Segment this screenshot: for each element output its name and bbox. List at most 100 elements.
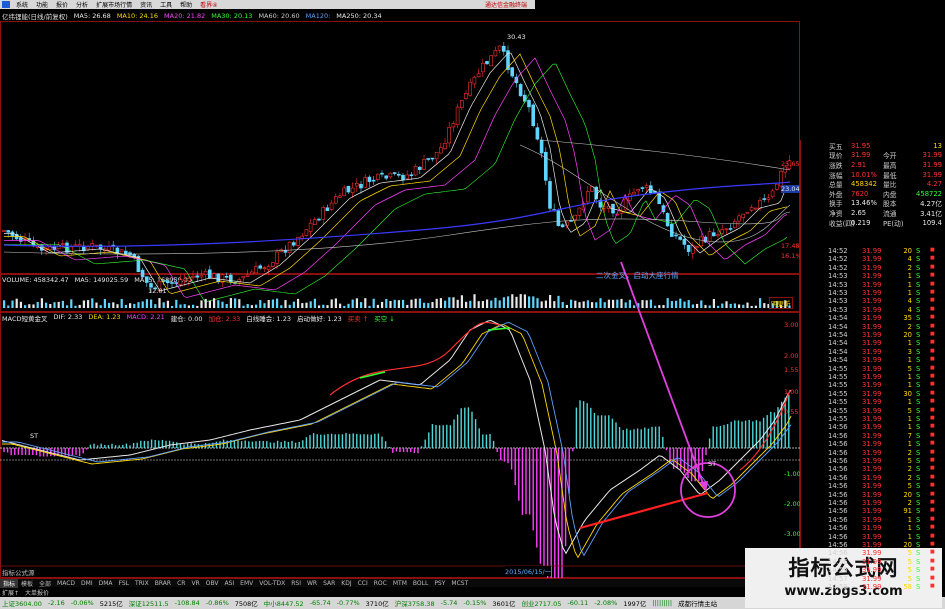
hint-item[interactable]: 大单报价: [25, 588, 49, 597]
indicator-tab[interactable]: DMA: [96, 580, 116, 587]
volume-bar: [229, 298, 232, 308]
volume-bar: [561, 302, 564, 308]
indicator-tab[interactable]: VR: [188, 580, 202, 587]
candle: [724, 228, 729, 231]
quote-row: 涨幅 10.01% 最低 31.99: [801, 170, 945, 180]
candle: [548, 181, 552, 209]
indicator-tab[interactable]: PSY: [431, 580, 448, 587]
candle: [65, 242, 69, 253]
volume-bar: [49, 304, 52, 308]
indicator-tab[interactable]: ASI: [221, 580, 237, 587]
volume-bar: [490, 300, 493, 308]
volume-bar: [217, 300, 220, 308]
candle: [241, 275, 246, 279]
candle: [527, 100, 531, 108]
tick-marker: ■: [930, 406, 935, 413]
tick-volume: 1: [907, 398, 912, 407]
volume-bar: [465, 301, 468, 308]
quote-label-2: 今开: [883, 152, 897, 161]
candle: [438, 147, 443, 154]
tick-volume: 1: [907, 373, 912, 381]
indicator-tab[interactable]: 全部: [36, 579, 54, 588]
volume-bar: [242, 305, 245, 308]
tick-volume: 1: [907, 532, 912, 541]
quote-value-2: 31.99: [922, 161, 942, 170]
tick-side: S: [916, 473, 921, 482]
volume-bar: [175, 299, 178, 308]
tick-price: 31.99: [862, 499, 882, 507]
candle: [254, 266, 258, 274]
indicator-tab[interactable]: BOLL: [410, 580, 431, 587]
candle: [577, 207, 582, 216]
tick-marker: ■: [930, 322, 935, 329]
quote-value-2: 4.27: [926, 180, 942, 189]
status-item: -2.08%: [594, 599, 618, 607]
indicator-tab[interactable]: MTM: [390, 580, 410, 587]
indicator-tab[interactable]: CR: [174, 580, 188, 587]
volume-bar: [502, 297, 505, 308]
indicator-tab[interactable]: MCST: [448, 580, 471, 587]
indicator-tab[interactable]: VOL-TDX: [256, 580, 288, 587]
tick-marker: ■: [930, 448, 935, 455]
volume-bar: [750, 305, 753, 308]
quote-row: 总量 458342 量比 4.27: [801, 179, 945, 189]
tick-side: S: [916, 247, 921, 255]
kline-chart[interactable]: [0, 0, 800, 578]
volume-bar: [725, 301, 728, 308]
volume-bar: [691, 304, 694, 308]
tick-price: 31.99: [862, 482, 882, 491]
volume-bar: [435, 298, 438, 308]
volume-bar: [347, 303, 350, 308]
indicator-tab[interactable]: MACD: [54, 580, 78, 587]
formula-source-label: 指标公式源: [2, 569, 35, 577]
candle: [342, 187, 347, 197]
indicator-tab[interactable]: ROC: [371, 580, 390, 587]
indicator-tab[interactable]: BRAR: [152, 580, 174, 587]
candle: [317, 218, 321, 221]
indicator-tab[interactable]: TRIX: [132, 580, 152, 587]
indicator-tab[interactable]: SAR: [320, 580, 338, 587]
indicator-tab[interactable]: FSL: [116, 580, 133, 587]
candle: [774, 183, 779, 190]
indicator-tabbar: 指标 模板 全部 MACD DMI DMA FSL TRIX BRAR CR VR OBV ASI EMV…: [0, 578, 800, 588]
candle: [107, 246, 111, 251]
quote-value: 7620: [851, 189, 869, 198]
indicator-tab[interactable]: OBV: [203, 580, 222, 587]
quote-value: 31.95: [851, 141, 871, 150]
candle: [501, 45, 506, 52]
indicator-tab[interactable]: CCI: [355, 580, 371, 587]
quote-value: 2.65: [851, 209, 867, 218]
volume-bar: [141, 301, 144, 308]
candle: [187, 278, 191, 282]
indicator-tab[interactable]: RSI: [288, 580, 304, 587]
volume-bar: [481, 301, 484, 308]
tick-row: 14:55 31.99 5 S ■: [828, 407, 945, 415]
candle: [182, 278, 187, 281]
tick-time: 14:56: [828, 549, 848, 558]
tick-price: 31.99: [862, 356, 882, 365]
candle: [707, 231, 712, 242]
annotation-arrow: [620, 261, 705, 487]
volume-bar: [204, 298, 207, 308]
tick-time: 14:54: [828, 331, 848, 339]
volume-bar: [187, 305, 190, 308]
tick-row: 14:52 31.99 20 S ■: [828, 247, 945, 255]
status-item: -2.16: [47, 599, 65, 607]
volume-bar: [633, 305, 636, 308]
volume-bar: [742, 304, 745, 308]
indicator-tab[interactable]: 指标: [0, 578, 19, 588]
indicator-tab[interactable]: DMI: [78, 580, 96, 587]
indicator-tab[interactable]: WR: [304, 580, 320, 587]
indicator-tab[interactable]: 模板: [18, 579, 36, 588]
volume-bar: [696, 303, 699, 308]
indicator-tab[interactable]: KDJ: [338, 580, 354, 587]
hint-item[interactable]: 扩展↑: [2, 588, 19, 597]
tick-time: 14:56: [828, 473, 848, 482]
candle: [338, 195, 342, 198]
tick-volume: 4: [907, 297, 912, 306]
indicator-tab[interactable]: EMV: [237, 580, 256, 587]
volume-update-button[interactable]: 明更新: [769, 297, 793, 309]
tick-side: S: [916, 389, 921, 398]
candle: [304, 229, 309, 236]
quote-label: 外盘: [829, 190, 843, 199]
